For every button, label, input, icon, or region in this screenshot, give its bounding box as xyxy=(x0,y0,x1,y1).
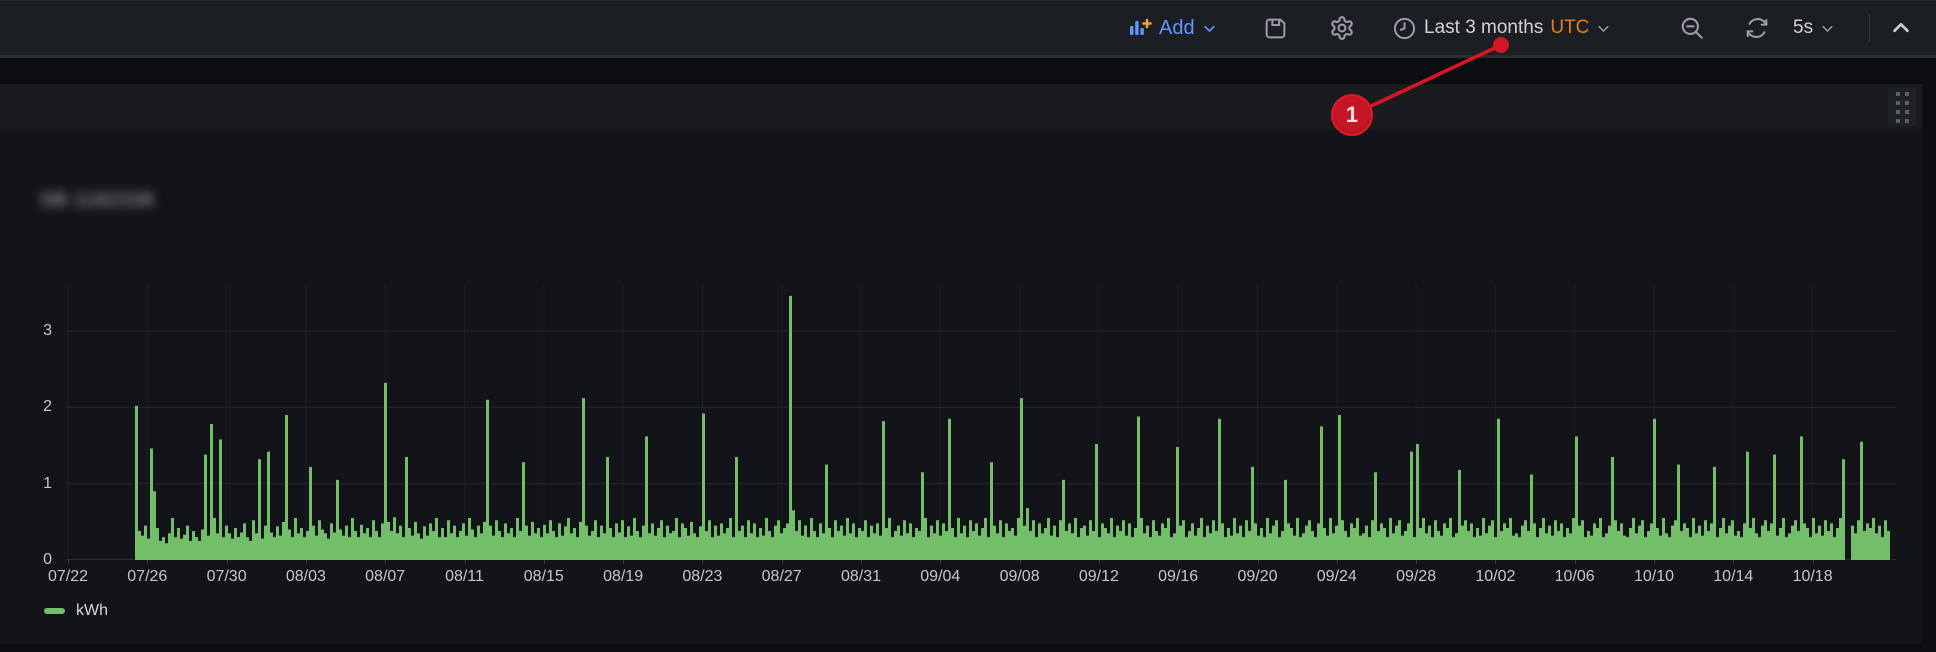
x-tick-label: 09/28 xyxy=(1381,568,1451,586)
timezone-label: UTC xyxy=(1550,17,1589,39)
top-toolbar: Add Last 3 months UTC xyxy=(0,0,1936,58)
x-tick-label: 09/12 xyxy=(1064,568,1134,586)
timeseries-plot[interactable] xyxy=(66,283,1896,560)
refresh-interval-label: 5s xyxy=(1793,17,1813,39)
x-tick-mark xyxy=(702,560,703,564)
x-tick-label: 09/04 xyxy=(905,568,975,586)
x-tick-label: 09/24 xyxy=(1302,568,1372,586)
x-tick-label: 08/03 xyxy=(271,568,341,586)
x-tick-mark xyxy=(1337,560,1338,564)
add-button[interactable]: Add xyxy=(1128,1,1217,55)
x-tick-label: 10/10 xyxy=(1619,568,1689,586)
gear-icon xyxy=(1329,15,1355,41)
x-tick-label: 08/15 xyxy=(509,568,579,586)
x-tick-mark xyxy=(1099,560,1100,564)
panel-title-blurred: SB-1182338 xyxy=(40,190,154,212)
y-tick-label: 3 xyxy=(16,320,52,342)
x-tick-label: 07/26 xyxy=(112,568,182,586)
panel-drag-handle-icon[interactable] xyxy=(1888,88,1916,126)
chevron-down-icon xyxy=(1202,21,1217,36)
x-tick-mark xyxy=(385,560,386,564)
x-tick-label: 07/22 xyxy=(33,568,103,586)
x-tick-mark xyxy=(1733,560,1734,564)
x-tick-label: 08/19 xyxy=(588,568,658,586)
x-tick-label: 08/27 xyxy=(747,568,817,586)
x-tick-label: 10/18 xyxy=(1778,568,1848,586)
x-tick-mark xyxy=(1020,560,1021,564)
add-button-label: Add xyxy=(1159,17,1195,40)
legend-item-kwh[interactable]: kWh xyxy=(44,602,108,620)
x-tick-label: 08/07 xyxy=(350,568,420,586)
x-tick-mark xyxy=(1575,560,1576,564)
x-tick-label: 10/06 xyxy=(1540,568,1610,586)
grafana-dashboard: Add Last 3 months UTC xyxy=(0,0,1936,652)
dashboard-settings-button[interactable] xyxy=(1329,1,1355,55)
kwh-series-bars xyxy=(135,296,1890,560)
x-tick-label: 09/20 xyxy=(1223,568,1293,586)
graph-bar-plus-icon xyxy=(1128,16,1152,40)
save-icon xyxy=(1263,16,1288,41)
x-tick-mark xyxy=(1654,560,1655,564)
x-tick-mark xyxy=(147,560,148,564)
x-tick-mark xyxy=(782,560,783,564)
panel-header-strip xyxy=(0,84,1922,129)
x-tick-mark xyxy=(544,560,545,564)
time-range-label: Last 3 months xyxy=(1424,17,1543,39)
x-tick-mark xyxy=(1258,560,1259,564)
save-dashboard-button[interactable] xyxy=(1263,1,1288,55)
x-tick-label: 07/30 xyxy=(192,568,262,586)
x-tick-mark xyxy=(465,560,466,564)
x-tick-mark xyxy=(1178,560,1179,564)
time-range-picker[interactable]: Last 3 months UTC xyxy=(1392,1,1611,55)
x-tick-label: 10/14 xyxy=(1698,568,1768,586)
y-tick-label: 2 xyxy=(16,396,52,418)
x-tick-label: 09/08 xyxy=(985,568,1055,586)
x-tick-mark xyxy=(306,560,307,564)
y-tick-label: 1 xyxy=(16,473,52,495)
refresh-icon xyxy=(1744,15,1770,41)
x-tick-mark xyxy=(1813,560,1814,564)
legend-swatch xyxy=(44,608,65,614)
refresh-button[interactable] xyxy=(1744,1,1770,55)
clock-icon xyxy=(1392,16,1417,41)
x-tick-mark xyxy=(1416,560,1417,564)
zoom-out-time-button[interactable] xyxy=(1679,1,1705,55)
legend-label: kWh xyxy=(76,602,108,620)
x-tick-label: 10/02 xyxy=(1460,568,1530,586)
x-tick-label: 08/31 xyxy=(826,568,896,586)
x-tick-label: 08/11 xyxy=(430,568,500,586)
x-tick-mark xyxy=(1495,560,1496,564)
chevron-down-icon xyxy=(1596,21,1611,36)
x-tick-mark xyxy=(227,560,228,564)
grid-lines xyxy=(66,283,1896,560)
chevron-down-icon xyxy=(1820,21,1835,36)
x-tick-label: 09/16 xyxy=(1143,568,1213,586)
x-tick-label: 08/23 xyxy=(667,568,737,586)
x-tick-mark xyxy=(861,560,862,564)
collapse-toolbar-button[interactable] xyxy=(1890,1,1912,55)
zoom-out-icon xyxy=(1679,15,1705,41)
x-tick-mark xyxy=(623,560,624,564)
chevron-up-icon xyxy=(1890,17,1912,39)
x-tick-mark xyxy=(68,560,69,564)
refresh-interval-dropdown[interactable]: 5s xyxy=(1793,1,1835,55)
toolbar-divider xyxy=(1869,14,1870,42)
x-tick-mark xyxy=(940,560,941,564)
